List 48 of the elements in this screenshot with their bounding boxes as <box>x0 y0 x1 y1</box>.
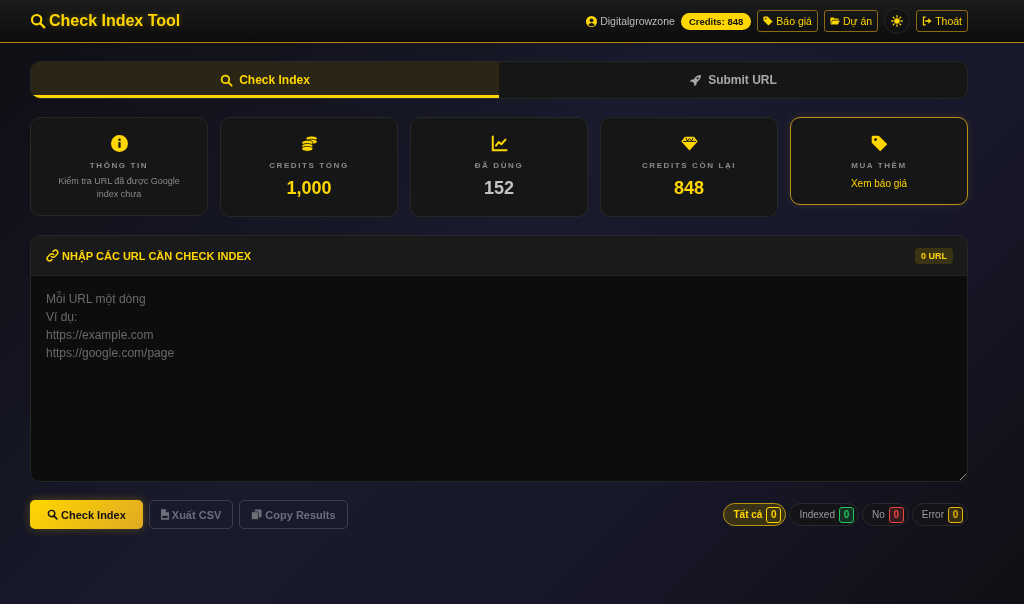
rocket-icon <box>689 73 703 87</box>
tag-icon <box>763 16 774 26</box>
credits-badge: Credits: 848 <box>680 12 752 30</box>
card-label: MUA THÊM <box>851 161 907 170</box>
pricing-link[interactable]: Xem báo giá <box>850 178 908 189</box>
gem-icon <box>680 135 698 152</box>
nav-button[interactable]: Báo giá <box>757 10 818 32</box>
card-label: THÔNG TIN <box>89 161 149 170</box>
action-button[interactable]: Check Index <box>30 500 143 529</box>
url-count-badge: 0 URL <box>915 247 953 264</box>
url-input-field[interactable]: Mỗi URL một dòng Ví dụ: https://example.com https://google.com/page <box>31 276 967 481</box>
card-label: CREDITS TỔNG <box>269 161 349 170</box>
filter-chip[interactable]: No 0 <box>861 503 909 526</box>
sun-icon <box>891 15 904 27</box>
filter-chip[interactable]: Error 0 <box>911 503 968 526</box>
card-description: Kiểm tra URL đã được Google index chưa <box>57 175 181 201</box>
sign-out-icon <box>922 16 933 26</box>
panel-title: NHẬP CÁC URL CẦN CHECK INDEX <box>62 249 252 262</box>
stat-value: 152 <box>483 178 514 198</box>
search-icon <box>47 509 58 520</box>
folder-icon <box>829 16 840 26</box>
copy-icon <box>251 509 263 520</box>
filter-chip[interactable]: Indexed 0 <box>789 503 859 526</box>
theme-toggle-button[interactable] <box>884 8 911 34</box>
card-label: CREDITS CÒN LẠI <box>641 161 737 170</box>
username-text: Digitalgrowzone <box>600 15 675 27</box>
search-icon <box>220 73 234 87</box>
tab[interactable]: Check Index <box>31 62 499 98</box>
stat-value: 1,000 <box>286 178 332 198</box>
user-icon <box>586 15 598 27</box>
count-badge: 0 <box>838 506 854 523</box>
info-icon <box>110 135 128 152</box>
card-label: ĐÃ DÙNG <box>474 161 524 170</box>
nav-button[interactable]: Dự án <box>823 10 879 32</box>
link-icon <box>46 249 59 262</box>
count-badge: 0 <box>948 506 963 523</box>
stat-value: 848 <box>673 178 704 198</box>
line-chart-icon <box>490 135 508 152</box>
tab[interactable]: Submit URL <box>499 62 967 98</box>
filter-chip[interactable]: Tất cả 0 <box>723 503 787 526</box>
count-badge: 0 <box>766 506 782 523</box>
search-icon <box>30 13 46 29</box>
file-icon <box>160 509 169 520</box>
count-badge: 0 <box>888 506 904 523</box>
coins-icon <box>300 135 318 152</box>
app-title: Check Index Tool <box>30 12 181 30</box>
logout-button[interactable]: Thoát <box>916 10 968 32</box>
tag-icon <box>870 135 888 152</box>
